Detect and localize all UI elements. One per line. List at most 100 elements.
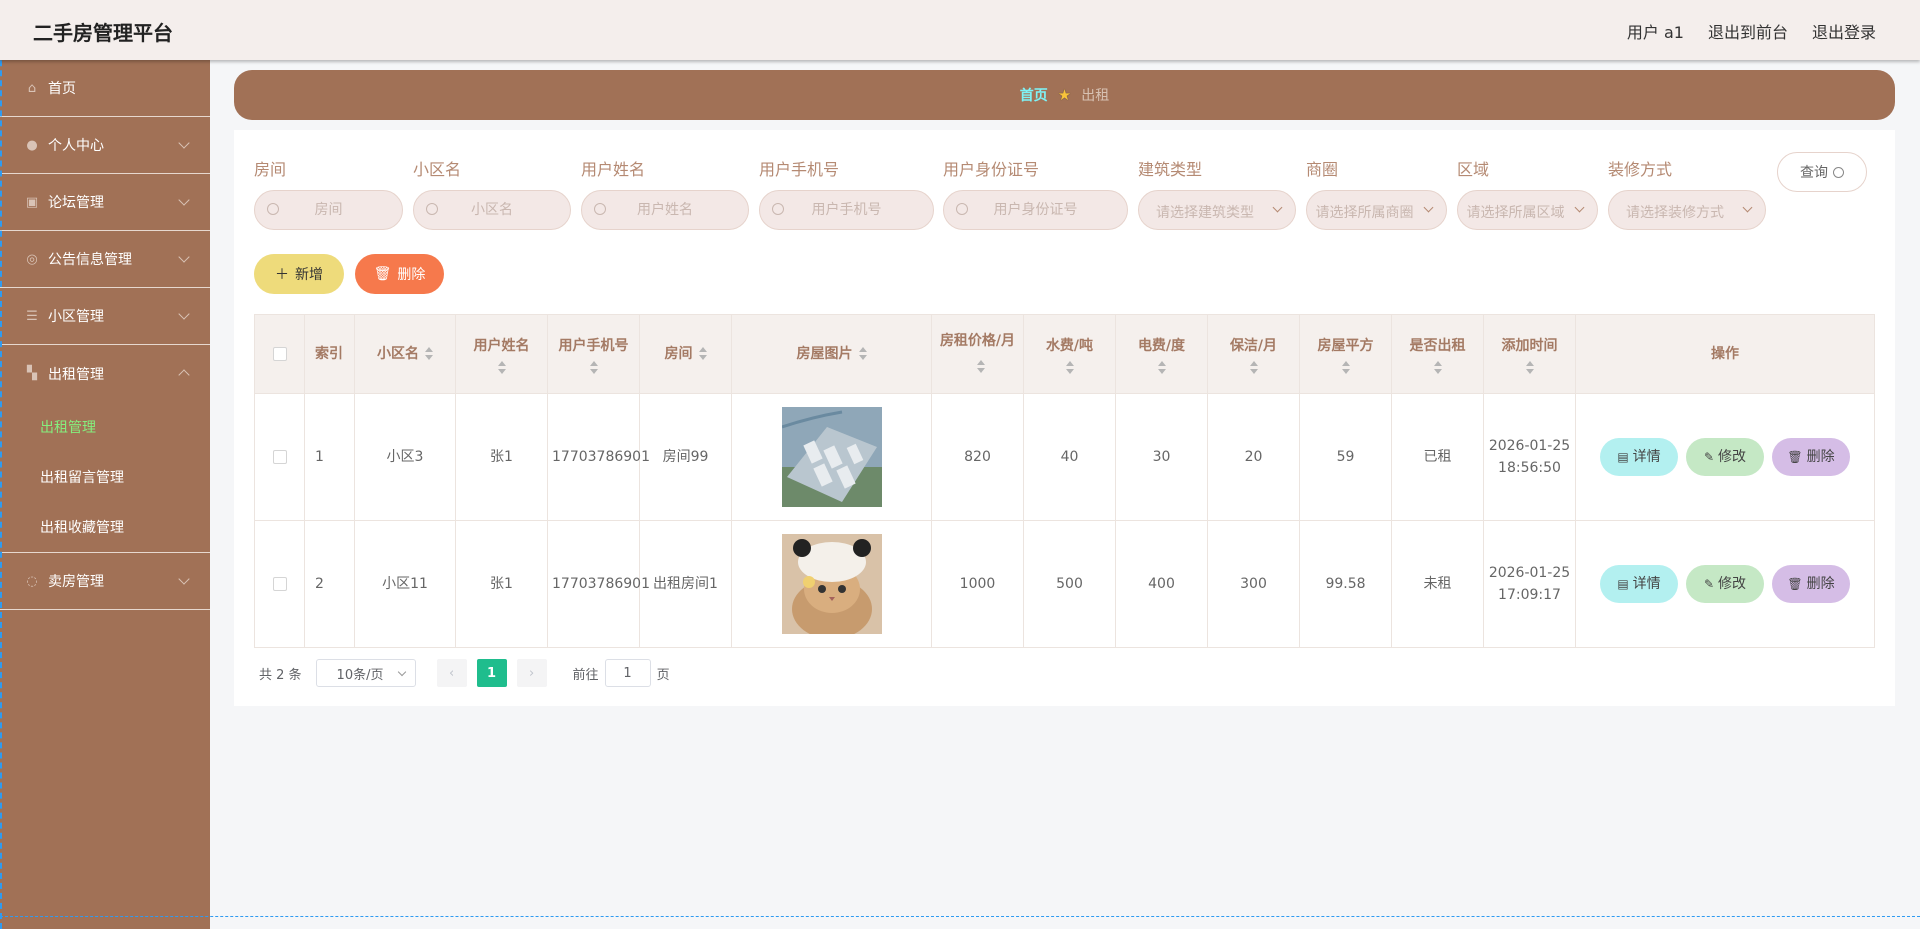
sidebar-subitem-rent-messages[interactable]: 出租留言管理 <box>0 452 210 502</box>
house-image-aerial[interactable] <box>781 407 882 507</box>
field-label: 小区名 <box>413 160 462 179</box>
delete-button[interactable]: 🗑 删除 <box>1772 565 1850 603</box>
page-size-select[interactable]: 10条/页 <box>315 659 416 687</box>
sort-icon <box>976 360 985 374</box>
header-select-all <box>254 314 305 394</box>
cell-power: 30 <box>1115 393 1208 521</box>
cell-power: 400 <box>1115 520 1208 648</box>
header-water[interactable]: 水费/吨 <box>1023 314 1116 394</box>
query-label: 查询 <box>1800 165 1828 181</box>
idcard-input[interactable] <box>944 191 1127 229</box>
field-label: 装修方式 <box>1608 160 1673 179</box>
document-icon: ▤ <box>1617 450 1629 464</box>
sidebar-item-home[interactable]: ⌂ 首页 <box>0 60 210 117</box>
header-image[interactable]: 房屋图片 <box>731 314 932 394</box>
add-button[interactable]: ＋ 新增 <box>254 254 344 294</box>
detail-button[interactable]: ▤ 详情 <box>1600 438 1678 476</box>
header-username[interactable]: 用户姓名 <box>455 314 548 394</box>
cell-community: 小区3 <box>354 393 456 521</box>
batch-delete-button[interactable]: 🗑 删除 <box>355 254 444 294</box>
query-button[interactable]: 查询 <box>1777 152 1867 192</box>
search-icon <box>772 203 784 215</box>
building-type-select[interactable]: 请选择建筑类型 <box>1138 190 1296 230</box>
sidebar-item-forum[interactable]: ▣ 论坛管理 <box>0 174 210 231</box>
search-icon <box>1833 166 1844 178</box>
sort-icon <box>425 347 433 361</box>
delete-button[interactable]: 🗑 删除 <box>1772 438 1850 476</box>
business-area-select[interactable]: 请选择所属商圈 <box>1306 190 1447 230</box>
sidebar-item-rent[interactable]: ▚ 出租管理 <box>0 345 210 402</box>
header-label: 房屋平方 <box>1317 338 1374 354</box>
row-checkbox[interactable] <box>272 450 287 464</box>
sidebar-item-label: 公告信息管理 <box>48 252 132 268</box>
row-select <box>254 393 305 521</box>
page-number-current[interactable]: 1 <box>476 659 507 687</box>
chevron-down-icon <box>1574 202 1585 213</box>
cell-rented: 未租 <box>1391 520 1484 648</box>
select-placeholder: 请选择所属区域 <box>1466 205 1565 221</box>
decoration-select[interactable]: 请选择装修方式 <box>1608 190 1766 230</box>
detail-button[interactable]: ▤ 详情 <box>1600 565 1678 603</box>
header-rented[interactable]: 是否出租 <box>1391 314 1484 394</box>
field-label: 区域 <box>1457 160 1490 179</box>
select-all-checkbox[interactable] <box>272 347 287 361</box>
edit-button[interactable]: ✎ 修改 <box>1686 565 1764 603</box>
sort-icon <box>497 361 506 375</box>
trash-icon: 🗑 <box>1787 450 1803 464</box>
header-room[interactable]: 房间 <box>639 314 732 394</box>
sidebar-item-label: 出租管理 <box>48 366 104 383</box>
region-select[interactable]: 请选择所属区域 <box>1457 190 1598 230</box>
exit-to-front-link[interactable]: 退出到前台 <box>1708 19 1788 43</box>
header-time[interactable]: 添加时间 <box>1483 314 1576 394</box>
header-links: 用户 a1 退出到前台 退出登录 <box>1627 19 1876 43</box>
cell-actions: ▤ 详情 ✎ 修改 🗑 删除 <box>1575 393 1875 521</box>
prev-page-button[interactable]: ‹ <box>436 659 467 687</box>
sidebar-item-notice[interactable]: ◎ 公告信息管理 <box>0 231 210 288</box>
select-region: 区域 请选择所属区域 <box>1457 158 1598 230</box>
header-price[interactable]: 房租价格/月 <box>931 314 1024 394</box>
username-input[interactable] <box>582 191 748 229</box>
cell-water: 40 <box>1023 393 1116 521</box>
sidebar-item-community[interactable]: ☰ 小区管理 <box>0 288 210 345</box>
rent-icon: ▚ <box>27 366 37 381</box>
sidebar-item-sell[interactable]: ◌ 卖房管理 <box>0 553 210 610</box>
sidebar-item-label: 卖房管理 <box>48 574 104 590</box>
header-power[interactable]: 电费/度 <box>1115 314 1208 394</box>
phone-input[interactable] <box>760 191 933 229</box>
sort-icon <box>1249 361 1258 375</box>
table-row: 1 小区3 张1 17703786901 房间99 820 40 30 20 5… <box>254 393 1875 521</box>
header-clean[interactable]: 保洁/月 <box>1207 314 1300 394</box>
chevron-down-icon <box>397 667 406 677</box>
house-image-cat[interactable] <box>781 534 882 634</box>
selection-edge-bottom <box>0 916 1920 917</box>
breadcrumb-home[interactable]: 首页 <box>1020 85 1048 105</box>
goto-page-input[interactable]: 1 <box>604 659 651 687</box>
table-header-row: 索引 小区名 用户姓名 用户手机号 房间 房屋图片 房租价格/月 水费/吨 电费… <box>254 314 1875 394</box>
edit-label: 修改 <box>1718 576 1747 592</box>
next-page-button[interactable]: › <box>516 659 547 687</box>
header-label: 保洁/月 <box>1229 338 1278 354</box>
header-phone[interactable]: 用户手机号 <box>547 314 640 394</box>
notice-icon: ◎ <box>26 251 38 267</box>
search-icon <box>594 203 606 215</box>
select-placeholder: 请选择建筑类型 <box>1156 205 1254 221</box>
sidebar-item-label: 论坛管理 <box>48 195 104 211</box>
cell-phone: 17703786901 <box>547 393 650 521</box>
sidebar-subitem-rent-manage[interactable]: 出租管理 <box>0 402 210 452</box>
cell-username: 张1 <box>455 520 548 648</box>
search-icon <box>426 203 438 215</box>
row-checkbox[interactable] <box>272 577 287 591</box>
header-area[interactable]: 房屋平方 <box>1299 314 1392 394</box>
cell-room: 出租房间1 <box>639 520 732 648</box>
chevron-down-icon <box>178 137 190 149</box>
cell-time: 2026-01-25 17:09:17 <box>1483 520 1576 648</box>
sidebar-item-profile[interactable]: ● 个人中心 <box>0 117 210 174</box>
logout-link[interactable]: 退出登录 <box>1812 19 1876 43</box>
cell-index: 2 <box>304 520 355 648</box>
sidebar-subitem-rent-favorites[interactable]: 出租收藏管理 <box>0 502 210 552</box>
cell-rented: 已租 <box>1391 393 1484 521</box>
idcard-input-box <box>943 190 1128 230</box>
header-community[interactable]: 小区名 <box>354 314 456 394</box>
edit-button[interactable]: ✎ 修改 <box>1686 438 1764 476</box>
list-icon: ☰ <box>26 308 38 324</box>
